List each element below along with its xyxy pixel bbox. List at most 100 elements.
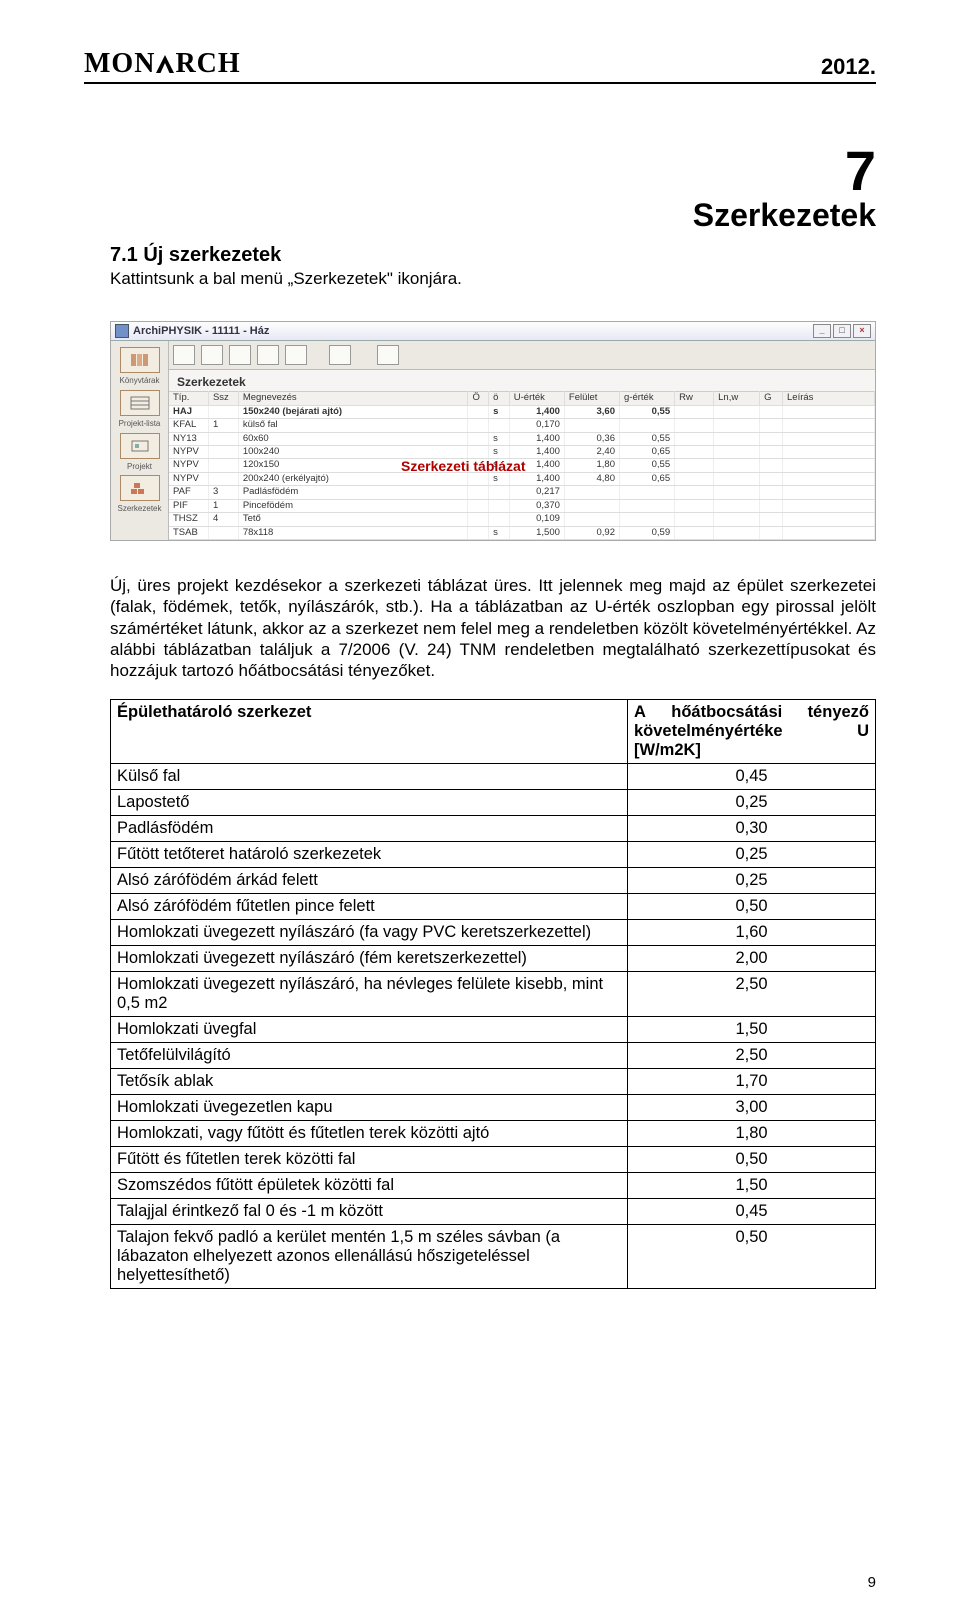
table-cell	[714, 459, 760, 472]
sidebar-item-konyvtarak[interactable]	[120, 347, 160, 373]
table-cell: 0,55	[620, 405, 675, 418]
req-name-cell: Lapostető	[111, 790, 628, 816]
sidebar-label: Projekt	[127, 463, 152, 472]
table-cell	[675, 472, 714, 485]
table-cell	[620, 419, 675, 432]
logo-a-icon	[154, 53, 176, 75]
table-row[interactable]: NY1360x60s1,4000,360,55	[169, 432, 875, 445]
col-header[interactable]: ö	[489, 392, 510, 405]
app-icon	[115, 324, 129, 338]
table-cell	[468, 419, 489, 432]
req-value-cell: 2,00	[628, 946, 876, 972]
table-cell: 0,36	[564, 432, 619, 445]
table-cell	[783, 486, 875, 499]
minimize-button[interactable]: _	[813, 324, 831, 338]
req-value-cell: 0,25	[628, 868, 876, 894]
toolbar-copy-button[interactable]	[285, 345, 307, 365]
table-cell	[675, 459, 714, 472]
table-row[interactable]: THSZ4Tető0,109	[169, 513, 875, 526]
sidebar-item-projekt[interactable]	[120, 433, 160, 459]
col-header[interactable]: Felület	[564, 392, 619, 405]
table-row: Homlokzati üvegezetlen kapu3,00	[111, 1095, 876, 1121]
table-cell	[208, 459, 238, 472]
table-cell	[208, 405, 238, 418]
section-intro: Kattintsunk a bal menü „Szerkezetek" iko…	[110, 269, 876, 289]
table-cell	[783, 499, 875, 512]
table-cell	[714, 419, 760, 432]
table-row[interactable]: NYPV200x240 (erkélyajtó)s1,4004,800,65	[169, 472, 875, 485]
col-header[interactable]: Megnevezés	[238, 392, 468, 405]
col-header[interactable]: Típ.	[169, 392, 208, 405]
req-value-cell: 0,50	[628, 1225, 876, 1289]
table-cell	[675, 526, 714, 539]
req-value-cell: 0,30	[628, 816, 876, 842]
toolbar-open-button[interactable]	[229, 345, 251, 365]
table-cell: 60x60	[238, 432, 468, 445]
table-cell	[208, 445, 238, 458]
table-row[interactable]: PIF1Pincefödém0,370	[169, 499, 875, 512]
table-cell: HAJ	[169, 405, 208, 418]
col-header[interactable]: Ö	[468, 392, 489, 405]
table-row[interactable]: HAJ150x240 (bejárati ajtó)s1,4003,600,55	[169, 405, 875, 418]
table-cell	[468, 405, 489, 418]
col-header[interactable]: Leírás	[783, 392, 875, 405]
table-row[interactable]: NYPV100x240s1,4002,400,65	[169, 445, 875, 458]
table-cell	[468, 472, 489, 485]
col-header[interactable]: U-érték	[509, 392, 564, 405]
col-header[interactable]: g-érték	[620, 392, 675, 405]
req-value-cell: 2,50	[628, 972, 876, 1017]
table-row[interactable]: TSAB78x118s1,5000,920,59	[169, 526, 875, 539]
table-row: Talajon fekvő padló a kerület mentén 1,5…	[111, 1225, 876, 1289]
table-cell	[783, 405, 875, 418]
table-cell: 1,400	[509, 432, 564, 445]
table-cell: 0,170	[509, 419, 564, 432]
col-header[interactable]: Rw	[675, 392, 714, 405]
table-cell	[714, 513, 760, 526]
req-name-cell: Talajjal érintkező fal 0 és -1 m között	[111, 1199, 628, 1225]
col-header[interactable]: Ssz	[208, 392, 238, 405]
col-header[interactable]: Ln,w	[714, 392, 760, 405]
table-cell: 0,55	[620, 432, 675, 445]
close-button[interactable]: ×	[853, 324, 871, 338]
table-cell	[468, 526, 489, 539]
toolbar-exit-button[interactable]	[329, 345, 351, 365]
req-value-cell: 1,50	[628, 1017, 876, 1043]
toolbar-info-button[interactable]	[173, 345, 195, 365]
table-row[interactable]: NYPV120x150s1,4001,800,55	[169, 459, 875, 472]
table-row: Fűtött és fűtetlen terek közötti fal0,50	[111, 1147, 876, 1173]
req-value-cell: 1,70	[628, 1069, 876, 1095]
sidebar-item-projektlista[interactable]	[120, 390, 160, 416]
table-cell	[714, 486, 760, 499]
table-cell	[783, 459, 875, 472]
toolbar-print-button[interactable]	[257, 345, 279, 365]
req-value-cell: 0,25	[628, 790, 876, 816]
req-value-cell: 1,50	[628, 1173, 876, 1199]
toolbar-new-button[interactable]	[201, 345, 223, 365]
maximize-button[interactable]: □	[833, 324, 851, 338]
table-row: Szomszédos fűtött épületek közötti fal1,…	[111, 1173, 876, 1199]
table-row[interactable]: KFAL1külső fal0,170	[169, 419, 875, 432]
table-row: Tetősík ablak1,70	[111, 1069, 876, 1095]
table-cell: THSZ	[169, 513, 208, 526]
sidebar-item-szerkezetek[interactable]	[120, 475, 160, 501]
table-cell	[468, 432, 489, 445]
req-value-cell: 1,60	[628, 920, 876, 946]
table-cell: 1,400	[509, 472, 564, 485]
table-cell: 0,370	[509, 499, 564, 512]
window-titlebar: ArchiPHYSIK - 11111 - Ház _ □ ×	[111, 322, 875, 341]
table-cell	[783, 419, 875, 432]
req-name-cell: Fűtött és fűtetlen terek közötti fal	[111, 1147, 628, 1173]
table-cell	[564, 513, 619, 526]
toolbar-list-button[interactable]	[377, 345, 399, 365]
table-cell: 0,65	[620, 445, 675, 458]
table-row: Külső fal0,45	[111, 764, 876, 790]
window-title: ArchiPHYSIK - 11111 - Ház	[133, 325, 269, 337]
header-year: 2012.	[821, 54, 876, 80]
table-row[interactable]: PAF3Padlásfödém0,217	[169, 486, 875, 499]
table-cell: 200x240 (erkélyajtó)	[238, 472, 468, 485]
col-header[interactable]: G	[760, 392, 783, 405]
table-cell: 1,400	[509, 445, 564, 458]
table-cell	[620, 486, 675, 499]
table-cell: 100x240	[238, 445, 468, 458]
req-name-cell: Alsó zárófödém fűtetlen pince felett	[111, 894, 628, 920]
